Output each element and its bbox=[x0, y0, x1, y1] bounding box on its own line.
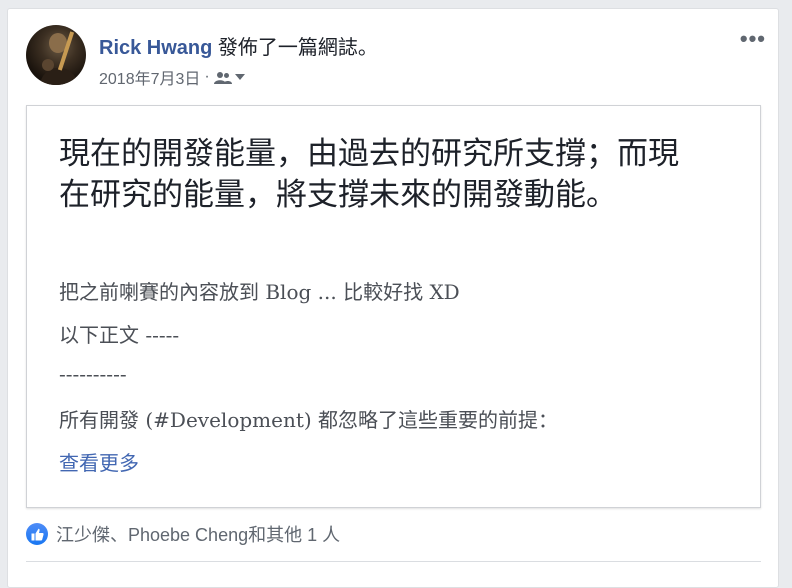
reactions-summary[interactable]: 江少傑、Phoebe Cheng和其他 1 人 bbox=[26, 521, 340, 547]
post-card: Rick Hwang 發佈了一篇網誌。 2018年7月3日 · ••• 現在的開… bbox=[7, 8, 779, 588]
note-paragraph: ---------- bbox=[59, 362, 127, 386]
note-title[interactable]: 現在的開發能量，由過去的研究所支撐；而現在研究的能量，將支撐未來的開發動能。 bbox=[59, 134, 699, 216]
see-more-link[interactable]: 查看更多 bbox=[59, 447, 139, 476]
meta-separator: · bbox=[204, 68, 210, 85]
note-paragraph: 所有開發 (#Development) 都忽略了這些重要的前提： bbox=[59, 408, 559, 432]
post-meta: 2018年7月3日 · bbox=[99, 65, 246, 89]
avatar-image bbox=[40, 31, 78, 85]
friends-icon[interactable] bbox=[213, 71, 232, 84]
post-header: Rick Hwang 發佈了一篇網誌。 bbox=[99, 31, 378, 60]
divider bbox=[26, 561, 761, 562]
chevron-down-icon[interactable] bbox=[234, 73, 246, 81]
author-avatar[interactable] bbox=[26, 25, 86, 85]
post-date[interactable]: 2018年7月3日 bbox=[99, 65, 200, 89]
note-paragraph: 以下正文 ----- bbox=[59, 323, 180, 347]
like-icon bbox=[26, 523, 48, 545]
note-paragraph: 把之前喇賽的內容放到 Blog ... 比較好找 XD bbox=[59, 280, 460, 304]
note-preview[interactable]: 現在的開發能量，由過去的研究所支撐；而現在研究的能量，將支撐未來的開發動能。 把… bbox=[26, 105, 761, 508]
more-options-icon[interactable]: ••• bbox=[740, 28, 766, 50]
post-action-text: 發佈了一篇網誌。 bbox=[212, 37, 378, 59]
author-name[interactable]: Rick Hwang bbox=[99, 37, 212, 59]
reactions-text: 江少傑、Phoebe Cheng和其他 1 人 bbox=[56, 525, 341, 545]
